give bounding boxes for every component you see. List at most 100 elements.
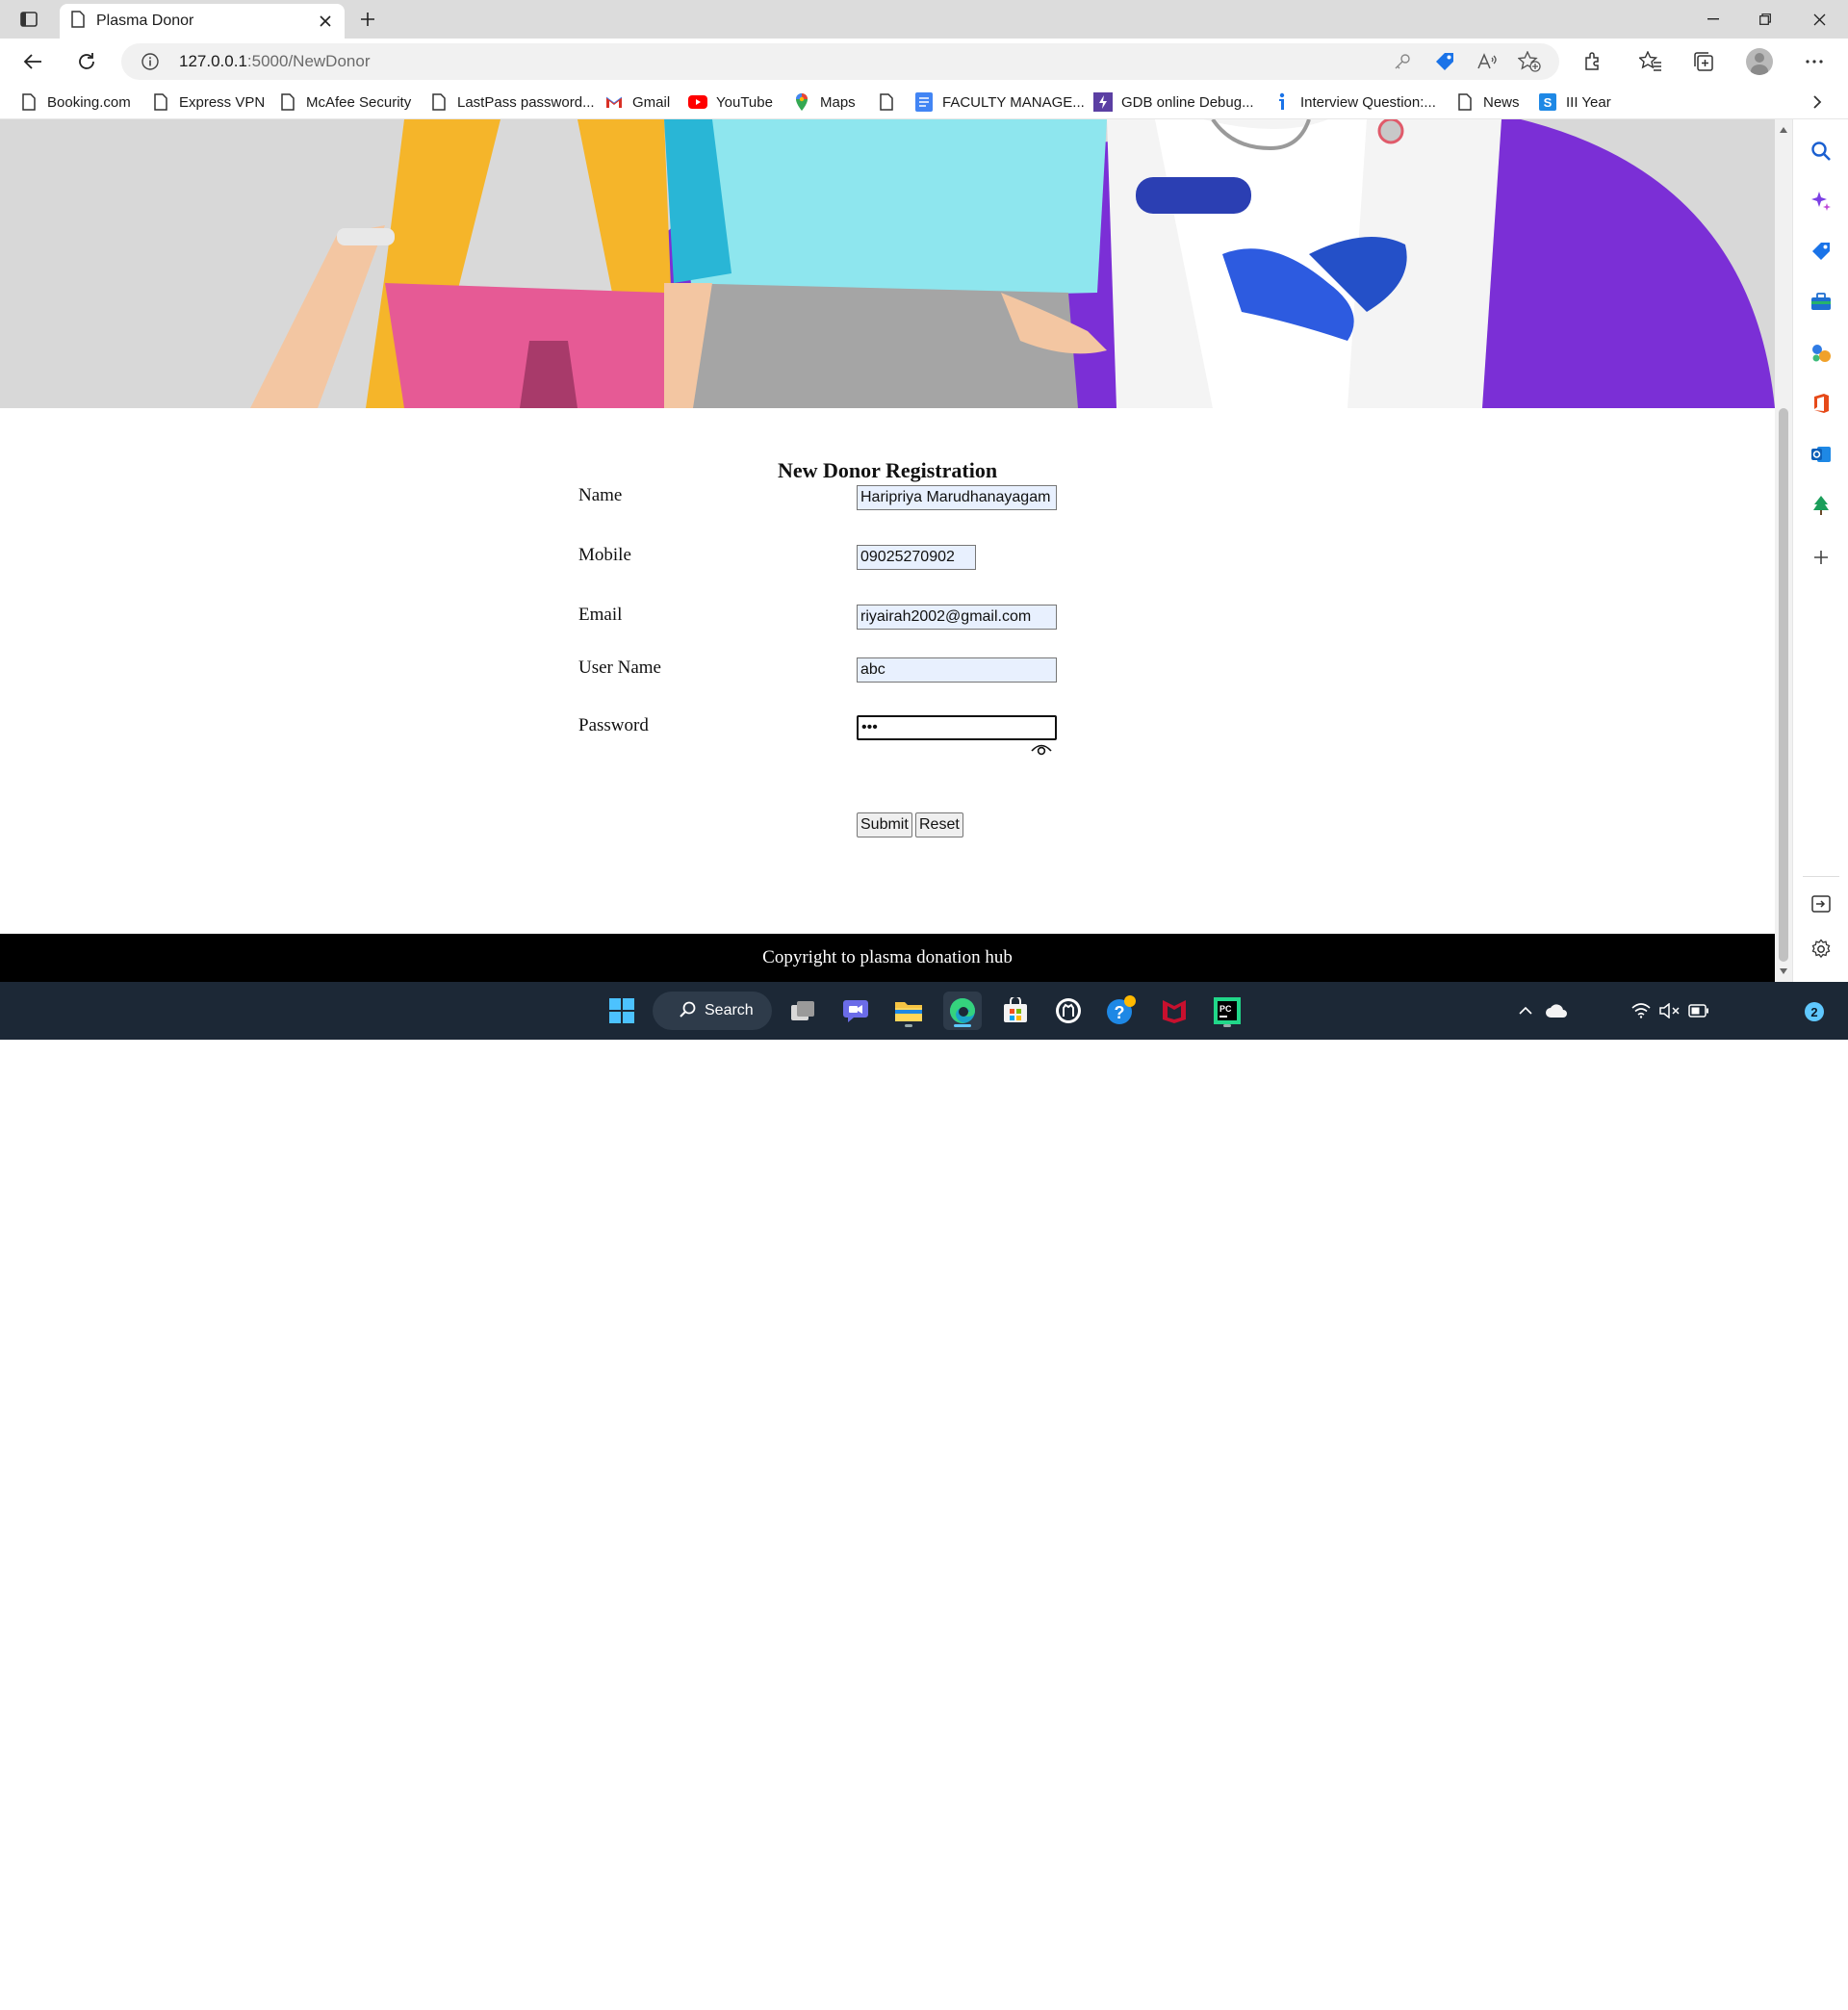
scrollbar-thumb[interactable] bbox=[1779, 408, 1788, 962]
back-button[interactable] bbox=[15, 46, 50, 77]
page-scrollbar[interactable] bbox=[1775, 119, 1792, 982]
teams-chat-icon[interactable] bbox=[836, 992, 875, 1030]
date-text: 18-11-2022 bbox=[1730, 1994, 1798, 2009]
bookmark-label: McAfee Security bbox=[306, 93, 412, 111]
address-bar[interactable]: 127.0.0.1:5000/NewDonor bbox=[121, 43, 1559, 80]
pycharm-icon[interactable]: PC bbox=[1208, 992, 1246, 1030]
taskbar-search-button[interactable]: Search bbox=[653, 992, 772, 1030]
file-explorer-icon[interactable] bbox=[889, 992, 928, 1030]
add-icon[interactable] bbox=[1807, 543, 1835, 572]
onedrive-cloud-icon[interactable] bbox=[1542, 982, 1571, 1040]
reveal-password-icon[interactable] bbox=[1030, 740, 1053, 758]
tips-help-icon[interactable]: ? bbox=[1102, 992, 1141, 1030]
edge-browser-icon[interactable] bbox=[943, 992, 982, 1030]
clock[interactable]: 06:27 18-11-2022 bbox=[1715, 1975, 1802, 2010]
name-input[interactable] bbox=[857, 485, 1057, 510]
tab-bar: Plasma Donor bbox=[0, 0, 1848, 39]
wifi-icon[interactable] bbox=[1629, 982, 1654, 1040]
url-text[interactable]: 127.0.0.1:5000/NewDonor bbox=[179, 52, 370, 71]
bookmark-news[interactable]: News bbox=[1455, 90, 1520, 114]
windows-start-icon[interactable] bbox=[603, 992, 641, 1030]
task-view-icon[interactable] bbox=[783, 992, 822, 1030]
tools-briefcase-icon[interactable] bbox=[1807, 288, 1835, 317]
microsoft-store-icon[interactable] bbox=[996, 992, 1035, 1030]
bookmark-label: Express VPN bbox=[179, 93, 266, 111]
bookmark-label: Interview Question:... bbox=[1300, 93, 1436, 111]
settings-more-icon[interactable] bbox=[1800, 48, 1829, 75]
page-icon bbox=[278, 92, 297, 112]
chevron-right-icon[interactable] bbox=[1806, 90, 1829, 114]
time-text: 06:27 bbox=[1763, 1976, 1798, 1992]
language-indicator[interactable]: ENG IN bbox=[1578, 1975, 1613, 2010]
bookmark-express-vpn[interactable]: Express VPN bbox=[151, 90, 265, 114]
office-icon[interactable] bbox=[1807, 389, 1835, 418]
mcafee-icon[interactable] bbox=[1155, 992, 1194, 1030]
page-icon bbox=[151, 92, 170, 112]
scroll-down-icon[interactable] bbox=[1779, 966, 1788, 976]
refresh-button[interactable] bbox=[69, 46, 104, 77]
bookmark-booking[interactable]: Booking.com bbox=[19, 90, 131, 114]
show-hidden-icons-chevron[interactable] bbox=[1513, 982, 1538, 1040]
add-favorite-icon[interactable] bbox=[1517, 50, 1542, 73]
search-label: Search bbox=[705, 1002, 754, 1018]
games-icon[interactable] bbox=[1807, 339, 1835, 368]
search-icon[interactable] bbox=[1807, 137, 1835, 166]
bookmark-gdb-online[interactable]: GDB online Debug... bbox=[1093, 90, 1254, 114]
bookmark-lastpass[interactable]: LastPass password... bbox=[429, 90, 595, 114]
tree-icon[interactable] bbox=[1807, 491, 1835, 520]
shopping-tag-icon[interactable] bbox=[1807, 237, 1835, 266]
copyright-text: Copyright to plasma donation hub bbox=[762, 947, 1013, 967]
username-input[interactable] bbox=[857, 657, 1057, 683]
region-code: IN bbox=[1589, 1994, 1603, 2009]
new-tab-button[interactable] bbox=[354, 6, 381, 33]
hide-sidebar-icon[interactable] bbox=[1807, 889, 1835, 918]
minimize-button[interactable] bbox=[1686, 0, 1740, 39]
page-icon bbox=[1455, 92, 1475, 112]
shopping-tag-icon[interactable] bbox=[1432, 50, 1457, 73]
password-input[interactable] bbox=[857, 715, 1057, 740]
search-icon bbox=[680, 1001, 696, 1018]
volume-muted-icon[interactable] bbox=[1657, 982, 1682, 1040]
bookmark-maps[interactable]: Maps bbox=[792, 90, 856, 114]
youtube-icon bbox=[688, 92, 707, 112]
github-desktop-icon[interactable] bbox=[1049, 992, 1088, 1030]
tab-actions-icon[interactable] bbox=[13, 8, 44, 31]
sidebar-settings-icon[interactable] bbox=[1807, 935, 1835, 964]
bookmark-untitled[interactable] bbox=[877, 90, 905, 114]
read-aloud-icon[interactable] bbox=[1475, 50, 1500, 73]
copilot-sparkle-icon[interactable] bbox=[1807, 187, 1835, 216]
collections-icon[interactable] bbox=[1689, 48, 1718, 75]
bookmark-mcafee[interactable]: McAfee Security bbox=[278, 90, 411, 114]
bookmark-iii-year[interactable]: S III Year bbox=[1538, 90, 1611, 114]
password-label: Password bbox=[578, 715, 649, 735]
address-toolbar: 127.0.0.1:5000/NewDonor bbox=[0, 39, 1848, 85]
battery-icon[interactable] bbox=[1686, 982, 1711, 1040]
language-code: ENG bbox=[1580, 1976, 1611, 1992]
browser-tab[interactable]: Plasma Donor bbox=[60, 4, 345, 39]
site-info-icon[interactable] bbox=[141, 52, 160, 71]
reset-button[interactable]: Reset bbox=[915, 812, 963, 838]
submit-button[interactable]: Submit bbox=[857, 812, 912, 838]
extensions-icon[interactable] bbox=[1578, 48, 1607, 75]
email-input[interactable] bbox=[857, 605, 1057, 630]
bookmark-faculty-manage[interactable]: FACULTY MANAGE... bbox=[914, 90, 1085, 114]
outlook-icon[interactable] bbox=[1807, 440, 1835, 469]
profile-avatar[interactable] bbox=[1745, 48, 1774, 75]
s-icon: S bbox=[1538, 92, 1557, 112]
close-window-button[interactable] bbox=[1792, 0, 1846, 39]
bookmark-interview-questions[interactable]: Interview Question:... bbox=[1272, 90, 1436, 114]
gdb-icon bbox=[1093, 92, 1113, 112]
bookmark-gmail[interactable]: Gmail bbox=[604, 90, 670, 114]
close-tab-icon[interactable] bbox=[312, 8, 339, 35]
bookmark-youtube[interactable]: YouTube bbox=[688, 90, 773, 114]
notification-badge[interactable]: 2 bbox=[1805, 1002, 1824, 1021]
password-key-icon[interactable] bbox=[1390, 50, 1415, 73]
favorites-icon[interactable] bbox=[1636, 48, 1665, 75]
windows-taskbar: Search ? PC ENG IN 06:27 18-11-2022 bbox=[0, 982, 1848, 2009]
mobile-input[interactable] bbox=[857, 545, 976, 570]
bookmark-label: FACULTY MANAGE... bbox=[942, 93, 1085, 111]
running-indicator bbox=[905, 1024, 912, 1027]
scroll-up-icon[interactable] bbox=[1779, 125, 1788, 135]
restore-button[interactable] bbox=[1738, 0, 1792, 39]
form-title: New Donor Registration bbox=[777, 458, 998, 482]
